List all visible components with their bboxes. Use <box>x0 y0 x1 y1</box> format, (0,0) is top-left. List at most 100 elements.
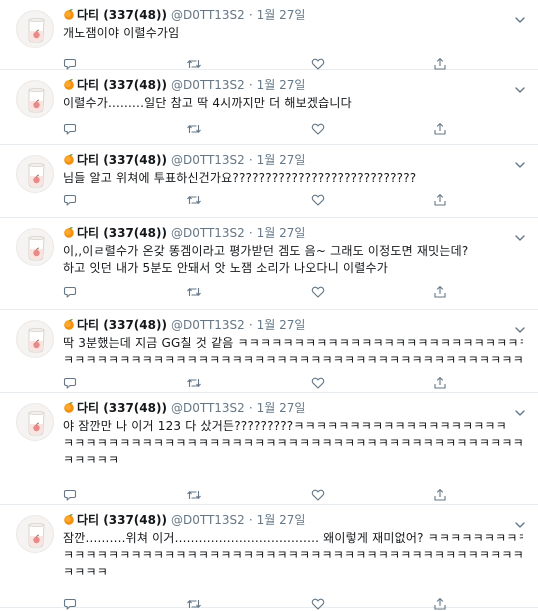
separator-dot: · <box>248 153 253 167</box>
tweet-timestamp[interactable]: 1월 27일 <box>257 401 306 415</box>
share-icon[interactable] <box>433 597 447 611</box>
heart-icon[interactable] <box>311 376 325 390</box>
display-name[interactable]: 다티 (337(48)) <box>77 513 167 527</box>
avatar[interactable] <box>16 228 54 266</box>
avatar[interactable] <box>16 515 54 553</box>
tweet-actions <box>63 122 463 136</box>
heart-icon[interactable] <box>311 122 325 136</box>
tweet-actions <box>63 285 463 299</box>
reply-icon[interactable] <box>63 57 77 71</box>
reply-icon[interactable] <box>63 193 77 207</box>
chevron-down-icon[interactable] <box>514 320 526 333</box>
tweet-text: 야 잠깐만 나 이거 123 다 샀거든?????????ㅋㅋㅋㅋㅋㅋㅋㅋㅋㅋㅋ… <box>63 418 523 469</box>
tweet-text-line: 하고 잇던 내가 5분도 안돼서 앗 노잼 소리가 나오다니 이렬수가 <box>63 261 388 275</box>
tweet-header: 다티 (337(48)) @D0TT13S2 · 1월 27일 <box>63 76 508 94</box>
display-name[interactable]: 다티 (337(48)) <box>77 318 167 332</box>
user-handle[interactable]: @D0TT13S2 <box>171 78 245 92</box>
peach-emoji-icon <box>63 152 75 165</box>
share-icon[interactable] <box>433 57 447 71</box>
tweet-text-line: 딱 3분했는데 지금 GG칠 것 같음 ㅋㅋㅋㅋㅋㅋㅋㅋㅋㅋㅋㅋㅋㅋㅋㅋㅋㅋㅋㅋ… <box>63 336 523 350</box>
chevron-down-icon[interactable] <box>514 403 526 416</box>
heart-icon[interactable] <box>311 488 325 502</box>
chevron-down-icon[interactable] <box>514 155 526 168</box>
reply-icon[interactable] <box>63 122 77 136</box>
chevron-down-icon[interactable] <box>514 228 526 241</box>
tweet[interactable]: 다티 (337(48)) @D0TT13S2 · 1월 27일 개노잼이야 이렬수가임 <box>0 0 538 70</box>
reply-icon[interactable] <box>63 285 77 299</box>
avatar[interactable] <box>16 320 54 358</box>
share-icon[interactable] <box>433 193 447 207</box>
display-name[interactable]: 다티 (337(48)) <box>77 78 167 92</box>
retweet-icon[interactable] <box>186 285 201 299</box>
peach-emoji-icon <box>63 225 75 238</box>
chevron-down-icon[interactable] <box>514 80 526 93</box>
tweet[interactable]: 다티 (337(48)) @D0TT13S2 · 1월 27일 이렬수가........… <box>0 70 538 145</box>
retweet-icon[interactable] <box>186 193 201 207</box>
peach-emoji-icon <box>63 77 75 90</box>
peach-emoji-icon <box>63 7 75 20</box>
tweet-text: 개노잼이야 이렬수가임 <box>63 25 523 42</box>
user-handle[interactable]: @D0TT13S2 <box>171 153 245 167</box>
heart-icon[interactable] <box>311 285 325 299</box>
heart-icon[interactable] <box>311 597 325 611</box>
share-icon[interactable] <box>433 122 447 136</box>
tweet[interactable]: 다티 (337(48)) @D0TT13S2 · 1월 27일 잠깐..........… <box>0 505 538 611</box>
tweet-text: 잠깐..........위쳐 이거.......................… <box>63 530 523 581</box>
tweet-timestamp[interactable]: 1월 27일 <box>257 318 306 332</box>
retweet-icon[interactable] <box>186 122 201 136</box>
retweet-icon[interactable] <box>186 376 201 390</box>
tweet-timestamp[interactable]: 1월 27일 <box>257 153 306 167</box>
separator-dot: · <box>248 318 253 332</box>
tweet-actions <box>63 57 463 71</box>
tweet-timestamp[interactable]: 1월 27일 <box>257 78 306 92</box>
avatar[interactable] <box>16 10 54 48</box>
share-icon[interactable] <box>433 376 447 390</box>
display-name[interactable]: 다티 (337(48)) <box>77 226 167 240</box>
avatar[interactable] <box>16 403 54 441</box>
tweet[interactable]: 다티 (337(48)) @D0TT13S2 · 1월 27일야 잠깐만 나 이거 1… <box>0 393 538 505</box>
tweet-text: 이렬수가.........일단 참고 딱 4시까지만 더 해보겠습니다 <box>63 95 523 112</box>
tweet-text-line: 님들 알고 위쳐에 투표하신건가요???????????????????????… <box>63 171 417 185</box>
peach-emoji-icon <box>63 400 75 413</box>
tweet-text: 딱 3분했는데 지금 GG칠 것 같음 ㅋㅋㅋㅋㅋㅋㅋㅋㅋㅋㅋㅋㅋㅋㅋㅋㅋㅋㅋㅋ… <box>63 335 523 369</box>
display-name[interactable]: 다티 (337(48)) <box>77 401 167 415</box>
user-handle[interactable]: @D0TT13S2 <box>171 513 245 527</box>
share-icon[interactable] <box>433 285 447 299</box>
user-handle[interactable]: @D0TT13S2 <box>171 8 245 22</box>
share-icon[interactable] <box>433 488 447 502</box>
avatar[interactable] <box>16 155 54 193</box>
tweet-text-line: 개노잼이야 이렬수가임 <box>63 26 180 40</box>
tweet-header: 다티 (337(48)) @D0TT13S2 · 1월 27일 <box>63 151 508 169</box>
tweet-text-line: ㅋㅋㅋㅋㅋㅋㅋㅋㅋㅋㅋㅋㅋㅋㅋㅋㅋㅋㅋㅋㅋㅋㅋㅋㅋㅋㅋㅋㅋㅋㅋㅋㅋㅋㅋㅋㅋㅋㅋㅋ… <box>63 436 523 450</box>
retweet-icon[interactable] <box>186 488 201 502</box>
avatar[interactable] <box>16 80 54 118</box>
tweet-text-line: ㅋㅋㅋㅋㅋ <box>63 453 120 467</box>
retweet-icon[interactable] <box>186 597 201 611</box>
tweet[interactable]: 다티 (337(48)) @D0TT13S2 · 1월 27일 이,,이ㄹ렬수가 온갖 … <box>0 218 538 310</box>
separator-dot: · <box>248 401 253 415</box>
retweet-icon[interactable] <box>186 57 201 71</box>
tweet-text-line: ㅋㅋㅋㅋㅋㅋㅋㅋㅋㅋㅋㅋㅋㅋㅋㅋㅋㅋㅋㅋㅋㅋㅋㅋㅋㅋㅋㅋㅋㅋㅋㅋㅋㅋㅋㅋㅋㅋㅋㅋ… <box>63 353 523 367</box>
tweet-timestamp[interactable]: 1월 27일 <box>257 513 306 527</box>
reply-icon[interactable] <box>63 376 77 390</box>
user-handle[interactable]: @D0TT13S2 <box>171 401 245 415</box>
user-handle[interactable]: @D0TT13S2 <box>171 318 245 332</box>
heart-icon[interactable] <box>311 57 325 71</box>
tweet-text-line: ㅋㅋㅋㅋㅋㅋㅋㅋㅋㅋㅋㅋㅋㅋㅋㅋㅋㅋㅋㅋㅋㅋㅋㅋㅋㅋㅋㅋㅋㅋㅋㅋㅋㅋㅋㅋㅋㅋㅋㅋ… <box>63 548 523 562</box>
tweet-timestamp[interactable]: 1월 27일 <box>257 226 306 240</box>
tweet-text-line: 야 잠깐만 나 이거 123 다 샀거든?????????ㅋㅋㅋㅋㅋㅋㅋㅋㅋㅋㅋ… <box>63 419 507 433</box>
reply-icon[interactable] <box>63 597 77 611</box>
tweet[interactable]: 다티 (337(48)) @D0TT13S2 · 1월 27일님들 알고 위쳐에 투표… <box>0 145 538 218</box>
tweet-actions <box>63 597 463 611</box>
chevron-down-icon[interactable] <box>514 10 526 23</box>
chevron-down-icon[interactable] <box>514 515 526 528</box>
user-handle[interactable]: @D0TT13S2 <box>171 226 245 240</box>
display-name[interactable]: 다티 (337(48)) <box>77 153 167 167</box>
heart-icon[interactable] <box>311 193 325 207</box>
display-name[interactable]: 다티 (337(48)) <box>77 8 167 22</box>
tweet-timestamp[interactable]: 1월 27일 <box>257 8 306 22</box>
reply-icon[interactable] <box>63 488 77 502</box>
tweet[interactable]: 다티 (337(48)) @D0TT13S2 · 1월 27일딱 3분했는데 지금 G… <box>0 310 538 393</box>
tweet-header: 다티 (337(48)) @D0TT13S2 · 1월 27일 <box>63 6 508 24</box>
tweet-header: 다티 (337(48)) @D0TT13S2 · 1월 27일 <box>63 224 508 242</box>
